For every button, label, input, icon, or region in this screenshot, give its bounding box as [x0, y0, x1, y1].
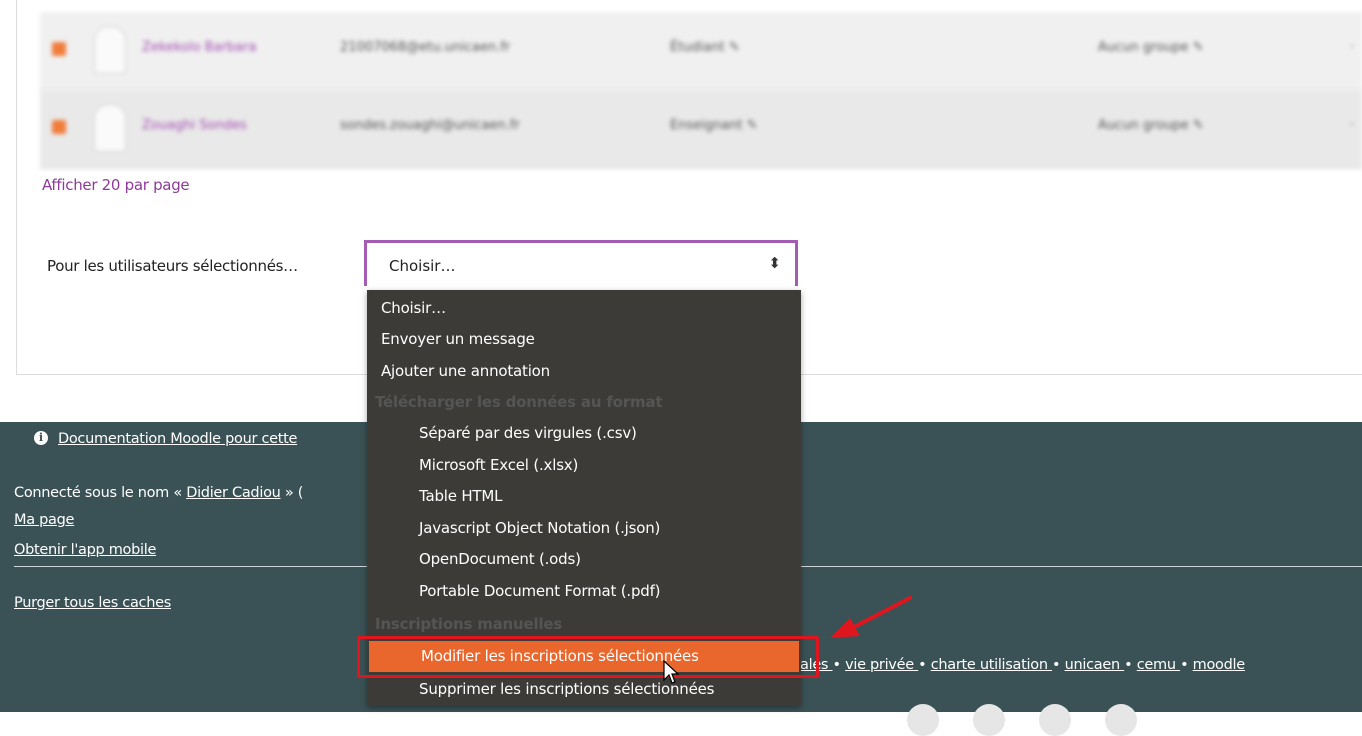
option-download-csv[interactable]: Séparé par des virgules (.csv) — [367, 418, 801, 449]
link-separator: • — [832, 657, 846, 673]
optgroup-download: Télécharger les données au format — [375, 393, 663, 411]
participant-email: 21007068@etu.unicaen.fr — [340, 40, 511, 55]
info-icon: i — [34, 431, 48, 445]
avatar — [94, 26, 126, 74]
cemu-link[interactable]: cemu — [1137, 657, 1180, 673]
charter-link[interactable]: charte utilisation — [931, 657, 1052, 673]
facebook-icon[interactable] — [907, 704, 939, 736]
pencil-icon[interactable]: ✎ — [1193, 118, 1204, 133]
option-download-json[interactable]: Javascript Object Notation (.json) — [367, 513, 801, 544]
my-page-link[interactable]: Ma page — [14, 512, 74, 528]
bulk-action-select[interactable]: Choisir… ⬍ — [364, 240, 798, 286]
per-page-link[interactable]: Afficher 20 par page — [42, 176, 190, 194]
participant-email: sondes.zouaghi@unicaen.fr — [340, 118, 520, 133]
pencil-icon[interactable]: ✎ — [729, 40, 740, 55]
logged-suffix: » ( — [280, 485, 304, 501]
row-edge-text: · — [1350, 40, 1355, 55]
twitter-icon[interactable] — [973, 704, 1005, 736]
row-checkbox[interactable] — [52, 120, 66, 134]
link-separator: • — [1180, 657, 1193, 673]
participant-group[interactable]: Aucun groupe ✎ — [1098, 40, 1204, 55]
pencil-icon[interactable]: ✎ — [747, 118, 758, 133]
group-label: Aucun groupe — [1098, 118, 1189, 133]
role-label: Étudiant — [670, 40, 725, 55]
table-row[interactable]: Zekekolo Barbara 21007068@etu.unicaen.fr… — [40, 12, 1362, 91]
participant-group[interactable]: Aucun groupe ✎ — [1098, 118, 1204, 133]
mobile-app-link[interactable]: Obtenir l'app mobile — [14, 542, 156, 558]
avatar — [94, 104, 126, 152]
unicaen-link[interactable]: unicaen — [1065, 657, 1125, 673]
red-arrow-icon — [830, 596, 912, 638]
participant-role[interactable]: Étudiant ✎ — [670, 40, 740, 55]
mouse-cursor-icon — [663, 660, 680, 684]
participants-table: Zekekolo Barbara 21007068@etu.unicaen.fr… — [40, 12, 1362, 169]
moodle-link[interactable]: moodle — [1193, 657, 1246, 673]
bulk-action-label: Pour les utilisateurs sélectionnés… — [47, 257, 298, 275]
row-edge-text: · — [1350, 118, 1355, 133]
option-add-note[interactable]: Ajouter une annotation — [367, 356, 801, 387]
moodle-docs-link[interactable]: Documentation Moodle pour cette — [58, 431, 297, 447]
option-download-pdf[interactable]: Portable Document Format (.pdf) — [367, 576, 801, 607]
purge-caches-link[interactable]: Purger tous les caches — [14, 595, 171, 611]
youtube-icon[interactable] — [1039, 704, 1071, 736]
instagram-icon[interactable] — [1105, 704, 1137, 736]
row-checkbox[interactable] — [52, 42, 66, 56]
option-download-html[interactable]: Table HTML — [367, 481, 801, 512]
link-separator: • — [1052, 657, 1065, 673]
privacy-link[interactable]: vie privée — [845, 657, 918, 673]
group-label: Aucun groupe — [1098, 40, 1189, 55]
participant-role[interactable]: Enseignant ✎ — [670, 118, 758, 133]
option-delete-enrolments[interactable]: Supprimer les inscriptions sélectionnées — [367, 674, 801, 705]
participant-name[interactable]: Zekekolo Barbara — [142, 40, 256, 55]
role-label: Enseignant — [670, 118, 743, 133]
option-send-message[interactable]: Envoyer un message — [367, 324, 801, 355]
link-separator: • — [1124, 657, 1137, 673]
pencil-icon[interactable]: ✎ — [1193, 40, 1204, 55]
participant-name[interactable]: Zouaghi Sondes — [142, 118, 247, 133]
table-row[interactable]: Zouaghi Sondes sondes.zouaghi@unicaen.fr… — [40, 90, 1362, 169]
option-choose[interactable]: Choisir… — [367, 293, 801, 324]
select-arrows-icon: ⬍ — [768, 254, 781, 272]
logged-prefix: Connecté sous le nom « — [14, 485, 187, 501]
logged-in-info: Connecté sous le nom « Didier Cadiou » ( — [14, 485, 303, 501]
option-download-xlsx[interactable]: Microsoft Excel (.xlsx) — [367, 450, 801, 481]
highlight-box — [357, 636, 819, 678]
user-profile-link[interactable]: Didier Cadiou — [186, 485, 281, 501]
footer-links: ales • vie privée • charte utilisation •… — [800, 657, 1245, 673]
select-current-value: Choisir… — [389, 257, 456, 275]
option-download-ods[interactable]: OpenDocument (.ods) — [367, 544, 801, 575]
link-separator: • — [918, 657, 931, 673]
